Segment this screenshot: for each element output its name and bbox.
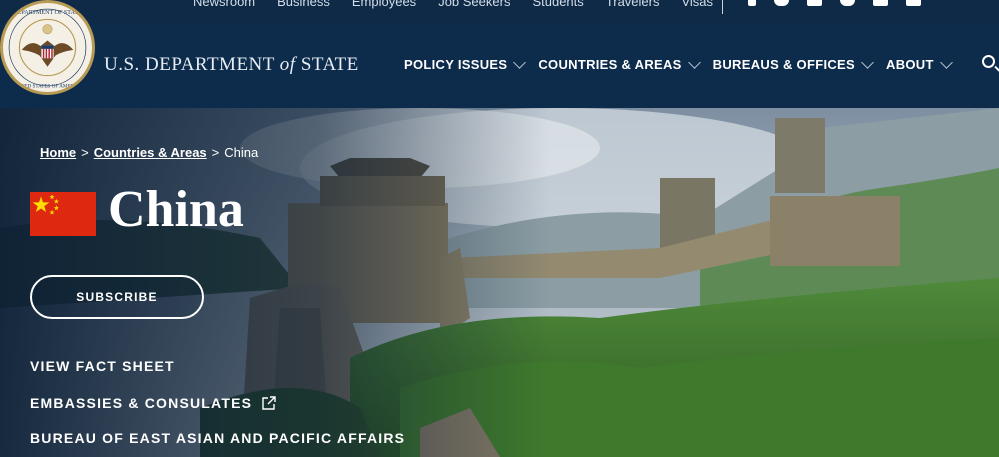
subscribe-button[interactable]: SUBSCRIBE [30,275,204,319]
utility-link-newsroom[interactable]: Newsroom [193,0,255,9]
agency-of: of [279,54,296,75]
link-label: VIEW FACT SHEET [30,358,175,374]
utility-link-visas[interactable]: Visas [681,0,713,9]
flickr-icon[interactable] [873,0,888,6]
breadcrumb-countries-link[interactable]: Countries & Areas [94,145,207,160]
site-header: DEPARTMENT OF STATE UNITED STATES OF AME… [0,0,999,108]
chevron-down-icon [687,55,701,69]
bureau-east-asian-pacific-link[interactable]: BUREAU OF EAST ASIAN AND PACIFIC AFFAIRS [30,430,405,446]
link-label: EMBASSIES & CONSULATES [30,395,253,411]
breadcrumb-current: China [224,145,259,160]
breadcrumb: Home > Countries & Areas > China [40,145,258,160]
svg-text:UNITED STATES OF AMERICA: UNITED STATES OF AMERICA [12,83,83,89]
nav-bureaus-offices[interactable]: BUREAUS & OFFICES [712,55,874,72]
utility-link-travelers[interactable]: Travelers [606,0,660,9]
utility-links: Newsroom Business Employees Job Seekers … [193,0,713,9]
chevron-down-icon [861,55,874,69]
utility-link-employees[interactable]: Employees [352,0,416,9]
agency-prefix: U.S. DEPARTMENT [104,54,280,75]
country-hero: Home > Countries & Areas > China China SUBSC… [0,108,999,457]
search-icon[interactable] [982,55,995,68]
view-fact-sheet-link[interactable]: VIEW FACT SHEET [30,358,175,374]
breadcrumb-separator: > [211,145,220,160]
nav-label: COUNTRIES & AREAS [538,57,682,72]
link-label: BUREAU OF EAST ASIAN AND PACIFIC AFFAIRS [30,430,406,446]
utility-divider [722,0,723,14]
nav-label: POLICY ISSUES [404,57,508,72]
external-link-icon [262,396,276,410]
nav-label: ABOUT [886,57,934,72]
page-title: China [108,181,244,238]
nav-about[interactable]: ABOUT [886,55,953,72]
main-nav: POLICY ISSUES COUNTRIES & AREAS BUREAUS … [404,55,965,72]
utility-link-students[interactable]: Students [532,0,583,9]
chevron-down-icon [513,55,527,69]
agency-name[interactable]: U.S. DEPARTMENT of STATE [104,54,359,76]
breadcrumb-home-link[interactable]: Home [40,145,76,160]
youtube-icon[interactable] [840,0,855,6]
utility-bar: Newsroom Business Employees Job Seekers … [0,0,999,23]
breadcrumb-separator: > [81,145,89,160]
svg-text:DEPARTMENT OF STATE: DEPARTMENT OF STATE [13,10,82,16]
utility-link-business[interactable]: Business [277,0,330,9]
utility-link-job-seekers[interactable]: Job Seekers [438,0,510,9]
social-links [748,0,921,6]
nav-countries-areas[interactable]: COUNTRIES & AREAS [538,55,701,72]
embassies-consulates-link[interactable]: EMBASSIES & CONSULATES [30,395,276,411]
nav-policy-issues[interactable]: POLICY ISSUES [404,55,527,72]
department-seal-logo[interactable]: DEPARTMENT OF STATE UNITED STATES OF AME… [0,0,95,95]
agency-suffix: STATE [295,54,359,75]
instagram-icon[interactable] [807,0,822,6]
twitter-icon[interactable] [774,0,789,6]
linkedin-icon[interactable] [906,0,921,6]
chevron-down-icon [939,55,953,69]
nav-label: BUREAUS & OFFICES [712,57,855,72]
facebook-icon[interactable] [748,0,756,6]
china-flag-icon [30,192,96,236]
